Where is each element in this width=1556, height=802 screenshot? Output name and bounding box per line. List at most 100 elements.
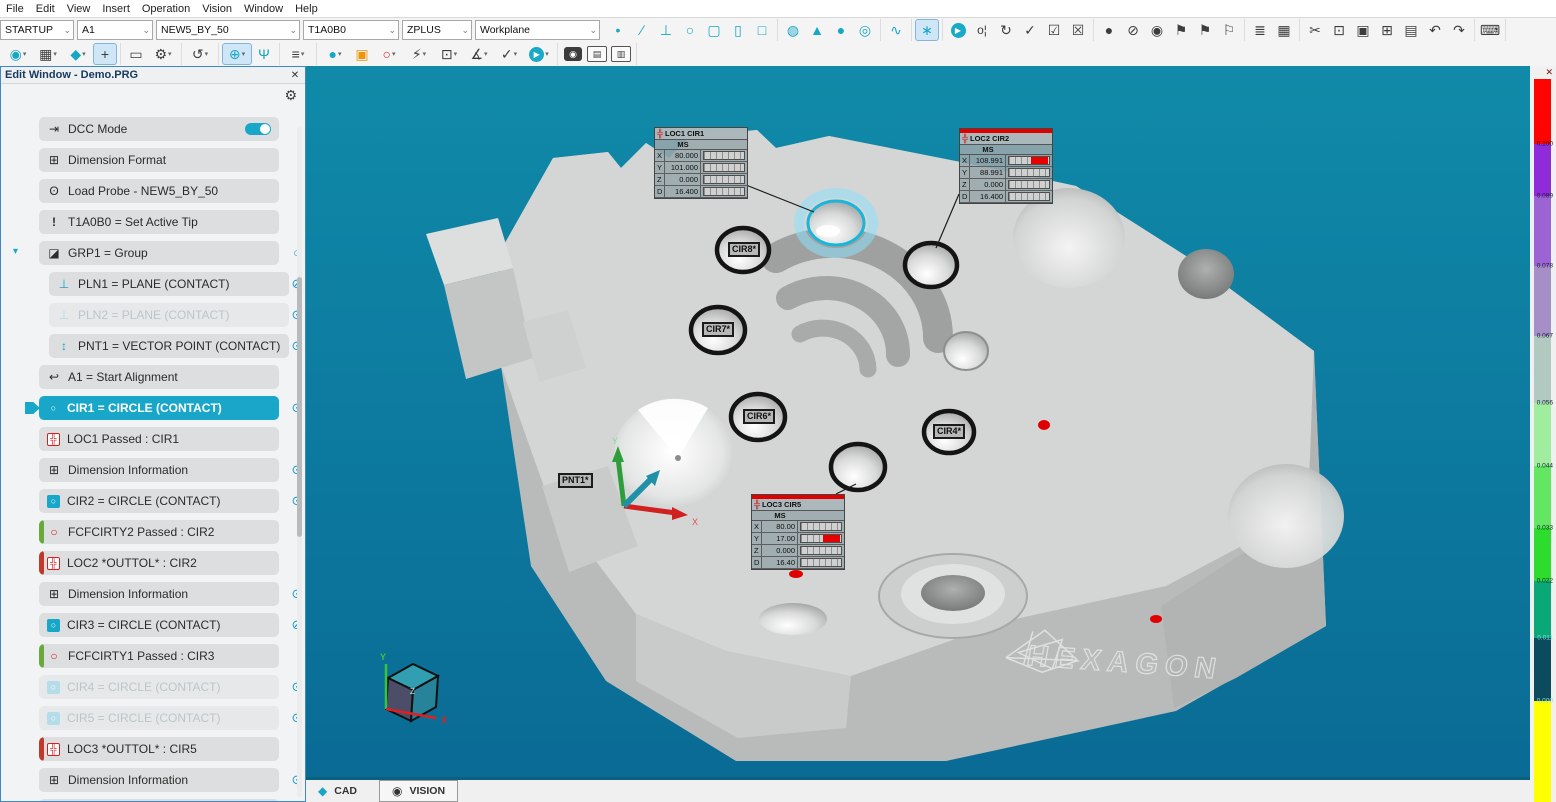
- auto-feature-button[interactable]: ∗: [916, 20, 938, 40]
- clipboard-button[interactable]: ▤: [1400, 20, 1422, 40]
- command-item-grp1[interactable]: ◪GRP1 = Group: [39, 241, 279, 265]
- command-item-cir2[interactable]: ○CIR2 = CIRCLE (CONTACT): [39, 489, 279, 513]
- comment-button[interactable]: ▭: [125, 44, 147, 64]
- command-item-cir6[interactable]: ○CIR6 = CIRCLE (CONTACT): [39, 799, 279, 801]
- command-item-load-probe[interactable]: ʘLoad Probe - NEW5_BY_50: [39, 179, 279, 203]
- optimize-path-button[interactable]: ⚙▾: [149, 44, 177, 64]
- loop-button[interactable]: ↻: [995, 20, 1017, 40]
- square-slot-button[interactable]: ▯: [727, 20, 749, 40]
- print-button[interactable]: ⌨: [1479, 20, 1501, 40]
- menu-file[interactable]: File: [0, 3, 30, 15]
- line-button[interactable]: ∕: [631, 20, 653, 40]
- report-grid-button[interactable]: ▦: [1273, 20, 1295, 40]
- workplane-axis-dropdown[interactable]: ZPLUS⌄: [402, 20, 472, 40]
- command-item-loc3[interactable]: ╬LOC3 *OUTTOL* : CIR5: [39, 737, 279, 761]
- orientation-cube[interactable]: Y X Z: [380, 652, 447, 725]
- cad-viewport[interactable]: HEXAGON Y X Y X Z: [306, 66, 1530, 780]
- feature-cir-bottom[interactable]: [831, 444, 885, 490]
- sphere-pocket-right[interactable]: [1228, 464, 1344, 568]
- stop-button[interactable]: ●: [1098, 20, 1120, 40]
- mark-button[interactable]: ✓: [1019, 20, 1041, 40]
- feature-cir1[interactable]: [808, 201, 864, 245]
- feature-cir-top-right[interactable]: [905, 243, 957, 287]
- edit-window-header[interactable]: Edit Window - Demo.PRG ✕: [1, 67, 305, 84]
- oval-hole[interactable]: [759, 603, 827, 635]
- sphere-button[interactable]: ●: [830, 20, 852, 40]
- scrollbar-thumb[interactable]: [297, 277, 302, 537]
- gage-button[interactable]: ▣: [351, 44, 373, 64]
- dcc-toggle[interactable]: [245, 123, 271, 135]
- command-item-a1[interactable]: ↩A1 = Start Alignment: [39, 365, 279, 389]
- rectangle-button[interactable]: □: [751, 20, 773, 40]
- menu-view[interactable]: View: [61, 3, 97, 15]
- bookmark-button[interactable]: ⚑: [1170, 20, 1192, 40]
- round-slot-button[interactable]: ▢: [703, 20, 725, 40]
- datum-definition-button[interactable]: ⚡▾: [405, 44, 433, 64]
- shaded-view-button[interactable]: ◆▾: [64, 44, 92, 64]
- view-orientation-button[interactable]: ◉▾: [4, 44, 32, 64]
- execute-marked-button[interactable]: ☑: [1043, 20, 1065, 40]
- cone-button[interactable]: ▲: [806, 20, 828, 40]
- menu-insert[interactable]: Insert: [96, 3, 136, 15]
- menu-vision[interactable]: Vision: [196, 3, 238, 15]
- undo-button[interactable]: ↶: [1424, 20, 1446, 40]
- gear-icon[interactable]: ⚙: [284, 87, 297, 104]
- camera-button[interactable]: ◉: [562, 44, 584, 64]
- command-item-diminfo2[interactable]: ⊞Dimension Information: [39, 582, 279, 606]
- clear-marked-button[interactable]: ☒: [1067, 20, 1089, 40]
- command-item-cir5[interactable]: ○CIR5 = CIRCLE (CONTACT): [39, 706, 279, 730]
- point-button[interactable]: •: [607, 20, 629, 40]
- command-item-diminfo3[interactable]: ⊞Dimension Information: [39, 768, 279, 792]
- location-dimension-button[interactable]: ○▾: [375, 44, 403, 64]
- menu-window[interactable]: Window: [238, 3, 289, 15]
- command-item-cir4[interactable]: ○CIR4 = CIRCLE (CONTACT): [39, 675, 279, 699]
- command-item-pln1[interactable]: ⊥PLN1 = PLANE (CONTACT): [49, 272, 289, 296]
- panel-scrollbar[interactable]: [297, 127, 302, 797]
- perpendicular-button[interactable]: ⊥: [655, 20, 677, 40]
- command-item-dcc-mode[interactable]: ⇥DCC Mode: [39, 117, 279, 141]
- mark-sets-button[interactable]: ✓▾: [495, 44, 523, 64]
- hole-mid-right[interactable]: [944, 332, 988, 370]
- command-item-dimension-format[interactable]: ⊞Dimension Format: [39, 148, 279, 172]
- report-template-button[interactable]: ≣: [1249, 20, 1271, 40]
- command-item-diminfo1[interactable]: ⊞Dimension Information: [39, 458, 279, 482]
- copy-button[interactable]: ⊡: [1328, 20, 1350, 40]
- pattern-button[interactable]: ⊡▾: [435, 44, 463, 64]
- cad-part[interactable]: HEXAGON: [426, 130, 1344, 761]
- dimension-table-loc1[interactable]: ╬LOC1 CIR1MSX80.000Y101.000Z0.000D16.400: [654, 127, 748, 199]
- cad-canvas[interactable]: HEXAGON Y X Y X Z: [306, 66, 1530, 780]
- command-item-fcfcirty2[interactable]: ○FCFCIRTY2 Passed : CIR2: [39, 520, 279, 544]
- lobe-feature-button[interactable]: ●▾: [321, 44, 349, 64]
- command-item-loc1[interactable]: ╬LOC1 Passed : CIR1: [39, 427, 279, 451]
- probe-position-button[interactable]: Ψ: [253, 44, 275, 64]
- cut-button[interactable]: ✂: [1304, 20, 1326, 40]
- command-item-cir3[interactable]: ○CIR3 = CIRCLE (CONTACT): [39, 613, 279, 637]
- command-item-pnt1[interactable]: ↕PNT1 = VECTOR POINT (CONTACT): [49, 334, 289, 358]
- angle-dimension-button[interactable]: ∡▾: [465, 44, 493, 64]
- torus-button[interactable]: ◎: [854, 20, 876, 40]
- tab-cad[interactable]: ◆CAD: [306, 781, 369, 801]
- tab-vision[interactable]: ◉VISION: [379, 780, 458, 802]
- active-tip-dropdown[interactable]: T1A0B0⌄: [303, 20, 399, 40]
- wireframe-view-button[interactable]: ▦▾: [34, 44, 62, 64]
- dimension-table-loc3[interactable]: ╬LOC3 CIR5MSX80.00Y17.00Z0.000D16.40: [751, 494, 845, 570]
- circle-button[interactable]: ○: [679, 20, 701, 40]
- continue-button[interactable]: ◉: [1146, 20, 1168, 40]
- curve-button[interactable]: ∿: [885, 20, 907, 40]
- feature-list-button[interactable]: ≡▾: [284, 44, 312, 64]
- execute-program-button[interactable]: ▶: [947, 20, 969, 40]
- scale-close-icon[interactable]: ✕: [1545, 67, 1553, 78]
- probe-toggle-button[interactable]: ⊕▾: [223, 44, 251, 64]
- alignment-dropdown[interactable]: A1⌄: [77, 20, 153, 40]
- report-window-button[interactable]: ▤: [586, 44, 608, 64]
- command-item-pln2[interactable]: ⊥PLN2 = PLANE (CONTACT): [49, 303, 289, 327]
- command-item-loc2[interactable]: ╬LOC2 *OUTTOL* : CIR2: [39, 551, 279, 575]
- redo-button[interactable]: ↷: [1448, 20, 1470, 40]
- program-dropdown[interactable]: STARTUP⌄: [0, 20, 74, 40]
- cylinder-button[interactable]: ◍: [782, 20, 804, 40]
- breakpoint-button[interactable]: o¦: [971, 20, 993, 40]
- probe-file-dropdown[interactable]: NEW5_BY_50⌄: [156, 20, 300, 40]
- command-item-cir1[interactable]: ○CIR1 = CIRCLE (CONTACT): [39, 396, 279, 420]
- hole-right-small[interactable]: [1178, 249, 1234, 299]
- expander-icon[interactable]: ▾: [13, 246, 18, 257]
